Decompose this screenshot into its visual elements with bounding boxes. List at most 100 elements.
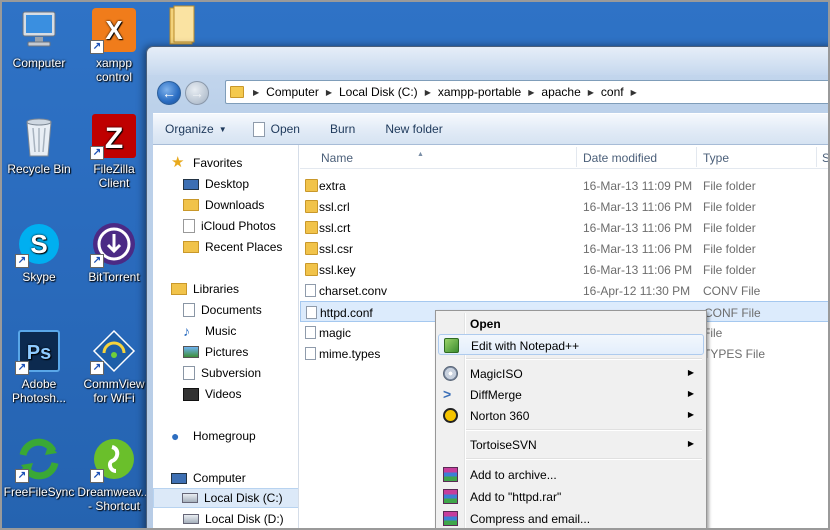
file-type: File folder (703, 242, 756, 256)
back-arrow-icon: ← (162, 85, 176, 101)
homegroup-icon: ● (171, 428, 180, 444)
breadcrumb-conf[interactable]: conf (597, 85, 628, 99)
nav-documents[interactable]: Documents (183, 300, 298, 320)
nav-local-disk-c[interactable]: Local Disk (C:) (153, 488, 298, 508)
sort-ascending-icon: ▲ (417, 151, 424, 158)
file-row[interactable]: ssl.csr 16-Mar-13 11:06 PM File folder (300, 238, 830, 259)
breadcrumb-separator-icon[interactable]: ▶ (585, 88, 597, 97)
breadcrumb-separator-icon[interactable]: ▶ (628, 88, 640, 97)
submenu-arrow-icon: ▶ (687, 439, 694, 448)
nav-downloads[interactable]: Downloads (183, 195, 298, 215)
shortcut-arrow-icon: ↗ (15, 361, 29, 375)
file-type: TYPES File (703, 347, 766, 361)
organize-label: Organize (165, 122, 214, 136)
file-row[interactable]: ssl.crt 16-Mar-13 11:06 PM File folder (300, 217, 830, 238)
menu-item-edit-with-notepad[interactable]: Edit with Notepad++ (438, 334, 704, 355)
menu-item-add-to-archive[interactable]: Add to archive... (438, 464, 704, 485)
shortcut-arrow-icon: ↗ (90, 469, 104, 483)
recent-places-icon (183, 241, 199, 253)
shortcut-arrow-icon: ↗ (90, 254, 104, 268)
desktop-icon-label: CommView for WiFi (83, 377, 145, 405)
breadcrumb-separator-icon[interactable]: ▶ (422, 88, 434, 97)
desktop-icon-label: FreeFileSync (3, 485, 75, 499)
desktop-icon-folder[interactable] (150, 2, 210, 52)
nav-computer[interactable]: Computer (171, 468, 298, 488)
nav-label: Local Disk (C:) (204, 491, 283, 505)
folder-icon (305, 263, 318, 276)
file-row[interactable]: extra 16-Mar-13 11:09 PM File folder (300, 175, 830, 196)
menu-item-diffmerge[interactable]: > DiffMerge ▶ (438, 384, 704, 405)
desktop-icon-recycle-bin[interactable]: Recycle Bin (2, 112, 76, 176)
menu-item-magiciso[interactable]: MagicISO ▶ (438, 363, 704, 384)
submenu-arrow-icon: ▶ (687, 410, 694, 419)
desktop-icon-dreamweaver[interactable]: ↗ Dreamweav... - Shortcut (77, 435, 151, 513)
breadcrumb-separator-icon[interactable]: ▶ (323, 88, 335, 97)
nav-subversion[interactable]: Subversion (183, 363, 298, 383)
desktop-icon-bittorrent[interactable]: ↗ BitTorrent (77, 220, 151, 284)
nav-homegroup[interactable]: ● Homegroup (171, 426, 298, 446)
desktop-icon-skype[interactable]: S ↗ Skype (2, 220, 76, 284)
commview-icon: ↗ (90, 327, 138, 375)
nav-music[interactable]: ♪ Music (183, 321, 298, 341)
menu-separator (466, 358, 702, 360)
breadcrumb-xampp-portable[interactable]: xampp-portable (434, 85, 525, 99)
breadcrumb-apache[interactable]: apache (537, 85, 584, 99)
desktop-icon-label: Recycle Bin (7, 162, 71, 176)
file-row[interactable]: ssl.key 16-Mar-13 11:06 PM File folder (300, 259, 830, 280)
menu-item-open[interactable]: Open (438, 313, 704, 334)
file-row[interactable]: ssl.crl 16-Mar-13 11:06 PM File folder (300, 196, 830, 217)
desktop-icon-filezilla[interactable]: Z ↗ FileZilla Client (77, 112, 151, 190)
file-name: httpd.conf (320, 306, 373, 320)
navigation-pane[interactable]: ★ Favorites Desktop Downloads iCloud Pho… (153, 145, 299, 530)
desktop-icon-commview[interactable]: ↗ CommView for WiFi (77, 327, 151, 405)
desktop-icon-xampp[interactable]: X ↗ xampp control (77, 6, 151, 84)
burn-button[interactable]: Burn (310, 114, 365, 144)
svg-text:S: S (30, 229, 47, 259)
desktop-icon-label: Adobe Photosh... (11, 377, 67, 405)
column-date-modified[interactable]: Date modified (583, 151, 657, 165)
forward-arrow-icon: → (190, 85, 204, 101)
menu-item-add-to-httpd-rar[interactable]: Add to "httpd.rar" (438, 486, 704, 507)
desktop-icon-photoshop[interactable]: Ps ↗ Adobe Photosh... (2, 327, 76, 405)
forward-button[interactable]: → (185, 81, 209, 105)
address-bar[interactable]: ▶ Computer ▶ Local Disk (C:) ▶ xampp-por… (225, 80, 830, 104)
shortcut-arrow-icon: ↗ (15, 254, 29, 268)
nav-pictures[interactable]: Pictures (183, 342, 298, 362)
document-icon (252, 121, 265, 137)
shortcut-arrow-icon: ↗ (90, 146, 104, 160)
file-type: File folder (703, 221, 756, 235)
column-size[interactable]: S (822, 151, 830, 165)
column-type[interactable]: Type (703, 151, 729, 165)
new-folder-button[interactable]: New folder (365, 114, 452, 144)
organize-button[interactable]: Organize ▼ (153, 114, 237, 144)
nav-icloud-photos[interactable]: iCloud Photos (183, 216, 298, 236)
breadcrumb-computer[interactable]: Computer (262, 85, 323, 99)
desktop-icon-computer[interactable]: Computer (2, 6, 76, 70)
open-button[interactable]: Open (237, 114, 310, 144)
file-row[interactable]: charset.conv 16-Apr-12 11:30 PM CONV Fil… (300, 280, 830, 301)
nav-videos[interactable]: Videos (183, 384, 298, 404)
menu-item-tortoisesvn[interactable]: TortoiseSVN ▶ (438, 434, 704, 455)
breadcrumb-separator-icon[interactable]: ▶ (525, 88, 537, 97)
menu-item-compress-and-email[interactable]: Compress and email... (438, 508, 704, 529)
file-type: CONV File (703, 284, 761, 298)
folder-icon (305, 200, 318, 213)
nav-desktop[interactable]: Desktop (183, 174, 298, 194)
drive-icon (182, 493, 198, 503)
documents-icon (183, 303, 195, 317)
file-date: 16-Apr-12 11:30 PM (583, 284, 691, 298)
nav-label: Documents (201, 303, 262, 317)
back-button[interactable]: ← (157, 81, 181, 105)
breadcrumb-local-disk-c[interactable]: Local Disk (C:) (335, 85, 422, 99)
nav-recent-places[interactable]: Recent Places (183, 237, 298, 257)
bittorrent-icon: ↗ (90, 220, 138, 268)
nav-favorites[interactable]: ★ Favorites (171, 153, 298, 173)
menu-item-norton-360[interactable]: Norton 360 ▶ (438, 405, 704, 426)
nav-local-disk-d[interactable]: Local Disk (D:) (183, 509, 298, 529)
star-icon: ★ (171, 154, 185, 171)
menu-item-label: MagicISO (470, 367, 523, 381)
icloud-icon (183, 219, 195, 233)
column-name[interactable]: Name (321, 151, 353, 165)
nav-libraries[interactable]: Libraries (171, 279, 298, 299)
desktop-icon-freefilesync[interactable]: ↗ FreeFileSync (2, 435, 76, 499)
